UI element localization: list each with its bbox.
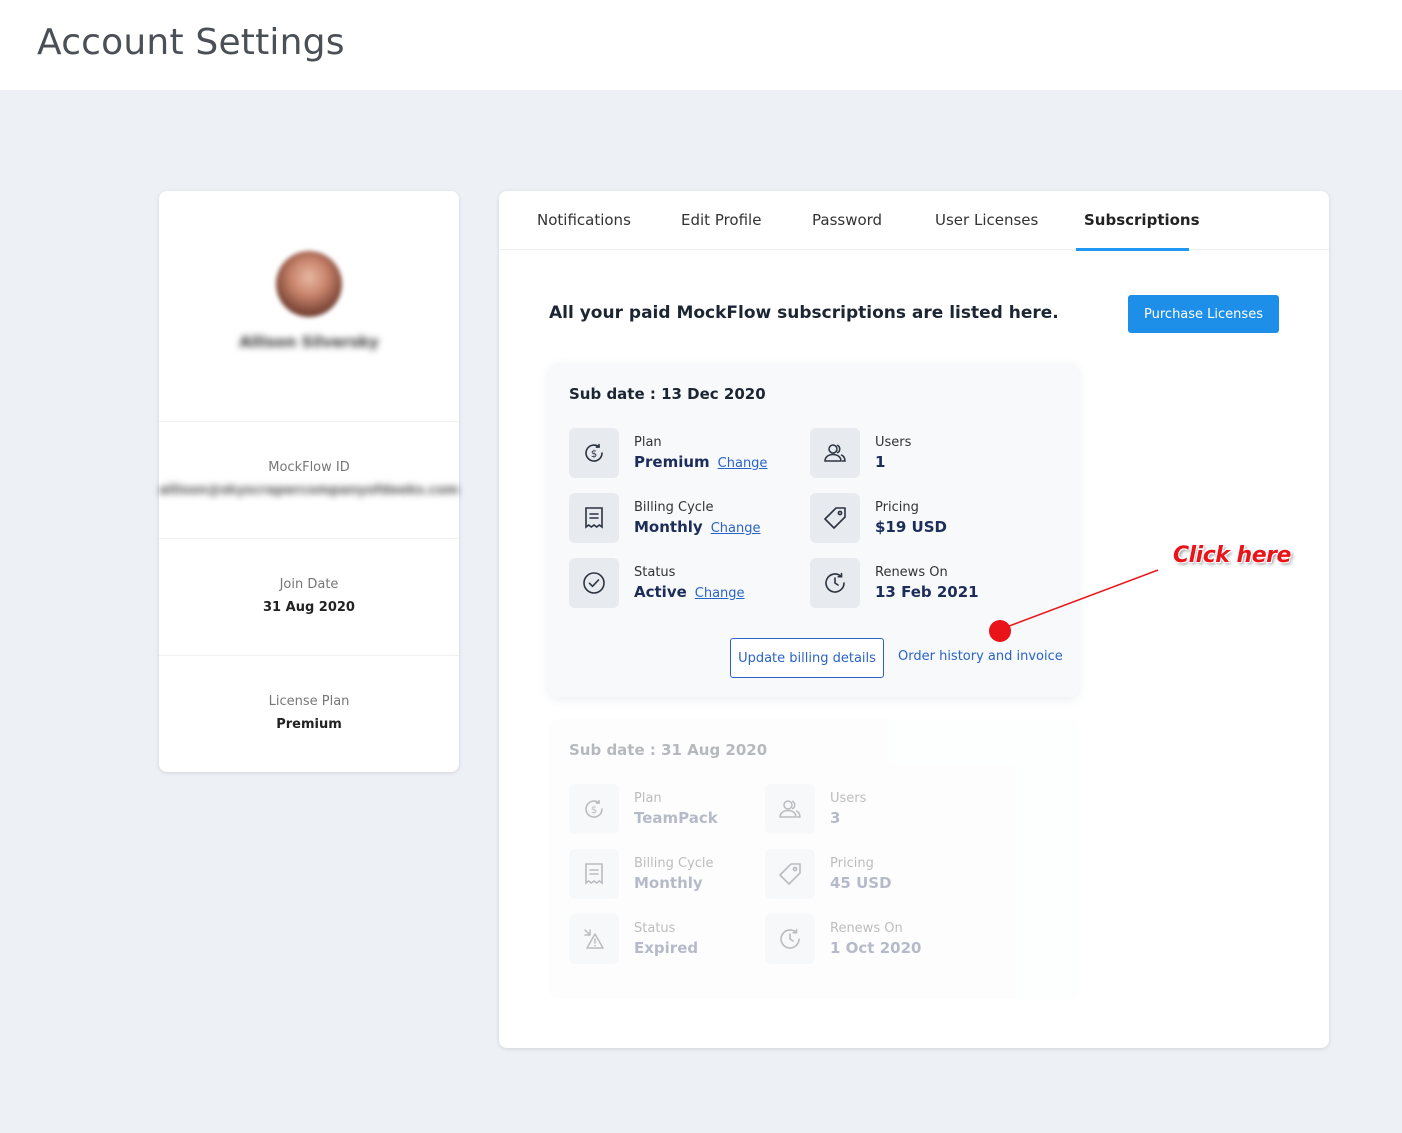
plan-value: Premium bbox=[634, 453, 710, 471]
tab-password[interactable]: Password bbox=[812, 211, 882, 229]
receipt-icon bbox=[569, 493, 619, 543]
license-plan-label: License Plan bbox=[268, 694, 350, 709]
mockflow-id-label: MockFlow ID bbox=[268, 460, 350, 475]
license-plan-value: Premium bbox=[276, 717, 342, 732]
billing-cycle-value: Monthly bbox=[634, 518, 703, 536]
price-tag-icon bbox=[810, 493, 860, 543]
join-date-label: Join Date bbox=[279, 577, 339, 592]
warning-icon bbox=[569, 914, 619, 964]
users-value: 1 bbox=[875, 453, 886, 471]
status-value: Active bbox=[634, 583, 687, 601]
clock-refresh-icon bbox=[765, 914, 815, 964]
mockflow-id-value: allison@skyscrapercompanyofdeeks.com bbox=[159, 483, 460, 498]
users-icon bbox=[765, 784, 815, 834]
pricing-value: $19 USD bbox=[875, 518, 947, 536]
clock-refresh-icon bbox=[810, 558, 860, 608]
renews-on-value: 13 Feb 2021 bbox=[875, 583, 979, 601]
subscription-card-active: Sub date : 13 Dec 2020 $ Plan Premium Cha… bbox=[549, 363, 1079, 697]
users-label: Users bbox=[830, 791, 867, 806]
status-value: Expired bbox=[634, 939, 699, 957]
order-history-invoice-link[interactable]: Order history and invoice bbox=[898, 649, 1063, 664]
subscription-card-expired: Sub date : 31 Aug 2020 $ Plan TeamPack U… bbox=[549, 719, 1079, 999]
pricing-label: Pricing bbox=[875, 500, 919, 515]
dollar-refresh-icon: $ bbox=[569, 428, 619, 478]
plan-value-row: Premium Change bbox=[634, 453, 767, 471]
pricing-label: Pricing bbox=[830, 856, 874, 871]
tab-user-licenses[interactable]: User Licenses bbox=[935, 211, 1038, 229]
status-value-row: Active Change bbox=[634, 583, 745, 601]
status-label: Status bbox=[634, 921, 676, 936]
join-date-value: 31 Aug 2020 bbox=[263, 600, 355, 615]
sub-date: Sub date : 13 Dec 2020 bbox=[569, 385, 766, 403]
status-label: Status bbox=[634, 565, 676, 580]
update-billing-details-button[interactable]: Update billing details bbox=[730, 638, 884, 678]
subscriptions-intro: All your paid MockFlow subscriptions are… bbox=[549, 303, 1059, 323]
billing-cycle-label: Billing Cycle bbox=[634, 500, 714, 515]
change-status-link[interactable]: Change bbox=[695, 586, 745, 601]
sub-date: Sub date : 31 Aug 2020 bbox=[569, 741, 768, 759]
users-icon bbox=[810, 428, 860, 478]
users-value: 3 bbox=[830, 809, 841, 827]
plan-label: Plan bbox=[634, 791, 662, 806]
tab-subscriptions[interactable]: Subscriptions bbox=[1084, 211, 1200, 229]
change-billing-link[interactable]: Change bbox=[711, 521, 761, 536]
page-title: Account Settings bbox=[37, 22, 345, 63]
plan-label: Plan bbox=[634, 435, 662, 450]
renews-on-label: Renews On bbox=[830, 921, 903, 936]
price-tag-icon bbox=[765, 849, 815, 899]
tab-notifications[interactable]: Notifications bbox=[537, 211, 631, 229]
change-plan-link[interactable]: Change bbox=[718, 456, 768, 471]
mockflow-id-section: MockFlow ID allison@skyscrapercompanyofd… bbox=[159, 421, 459, 538]
avatar bbox=[276, 251, 342, 317]
profile-name: Allison Silversky bbox=[239, 333, 379, 351]
profile-card: Allison Silversky MockFlow ID allison@sk… bbox=[159, 191, 459, 772]
main-panel: Notifications Edit Profile Password User… bbox=[499, 191, 1329, 1048]
tab-edit-profile[interactable]: Edit Profile bbox=[681, 211, 761, 229]
users-label: Users bbox=[875, 435, 912, 450]
tab-bar: Notifications Edit Profile Password User… bbox=[499, 191, 1329, 251]
svg-text:$: $ bbox=[591, 449, 597, 460]
check-circle-icon bbox=[569, 558, 619, 608]
renews-on-label: Renews On bbox=[875, 565, 948, 580]
svg-text:$: $ bbox=[591, 805, 597, 816]
join-date-section: Join Date 31 Aug 2020 bbox=[159, 538, 459, 655]
renews-on-value: 1 Oct 2020 bbox=[830, 939, 922, 957]
license-plan-section: License Plan Premium bbox=[159, 655, 459, 772]
billing-cycle-value: Monthly bbox=[634, 874, 703, 892]
plan-value: TeamPack bbox=[634, 809, 718, 827]
active-tab-indicator bbox=[1076, 248, 1189, 251]
billing-cycle-label: Billing Cycle bbox=[634, 856, 714, 871]
billing-cycle-value-row: Monthly Change bbox=[634, 518, 760, 536]
annotation-click-here: Click here bbox=[1173, 543, 1291, 568]
pricing-value: 45 USD bbox=[830, 874, 892, 892]
top-bar: Account Settings bbox=[0, 0, 1402, 90]
receipt-icon bbox=[569, 849, 619, 899]
dollar-refresh-icon: $ bbox=[569, 784, 619, 834]
purchase-licenses-button[interactable]: Purchase Licenses bbox=[1128, 295, 1279, 333]
